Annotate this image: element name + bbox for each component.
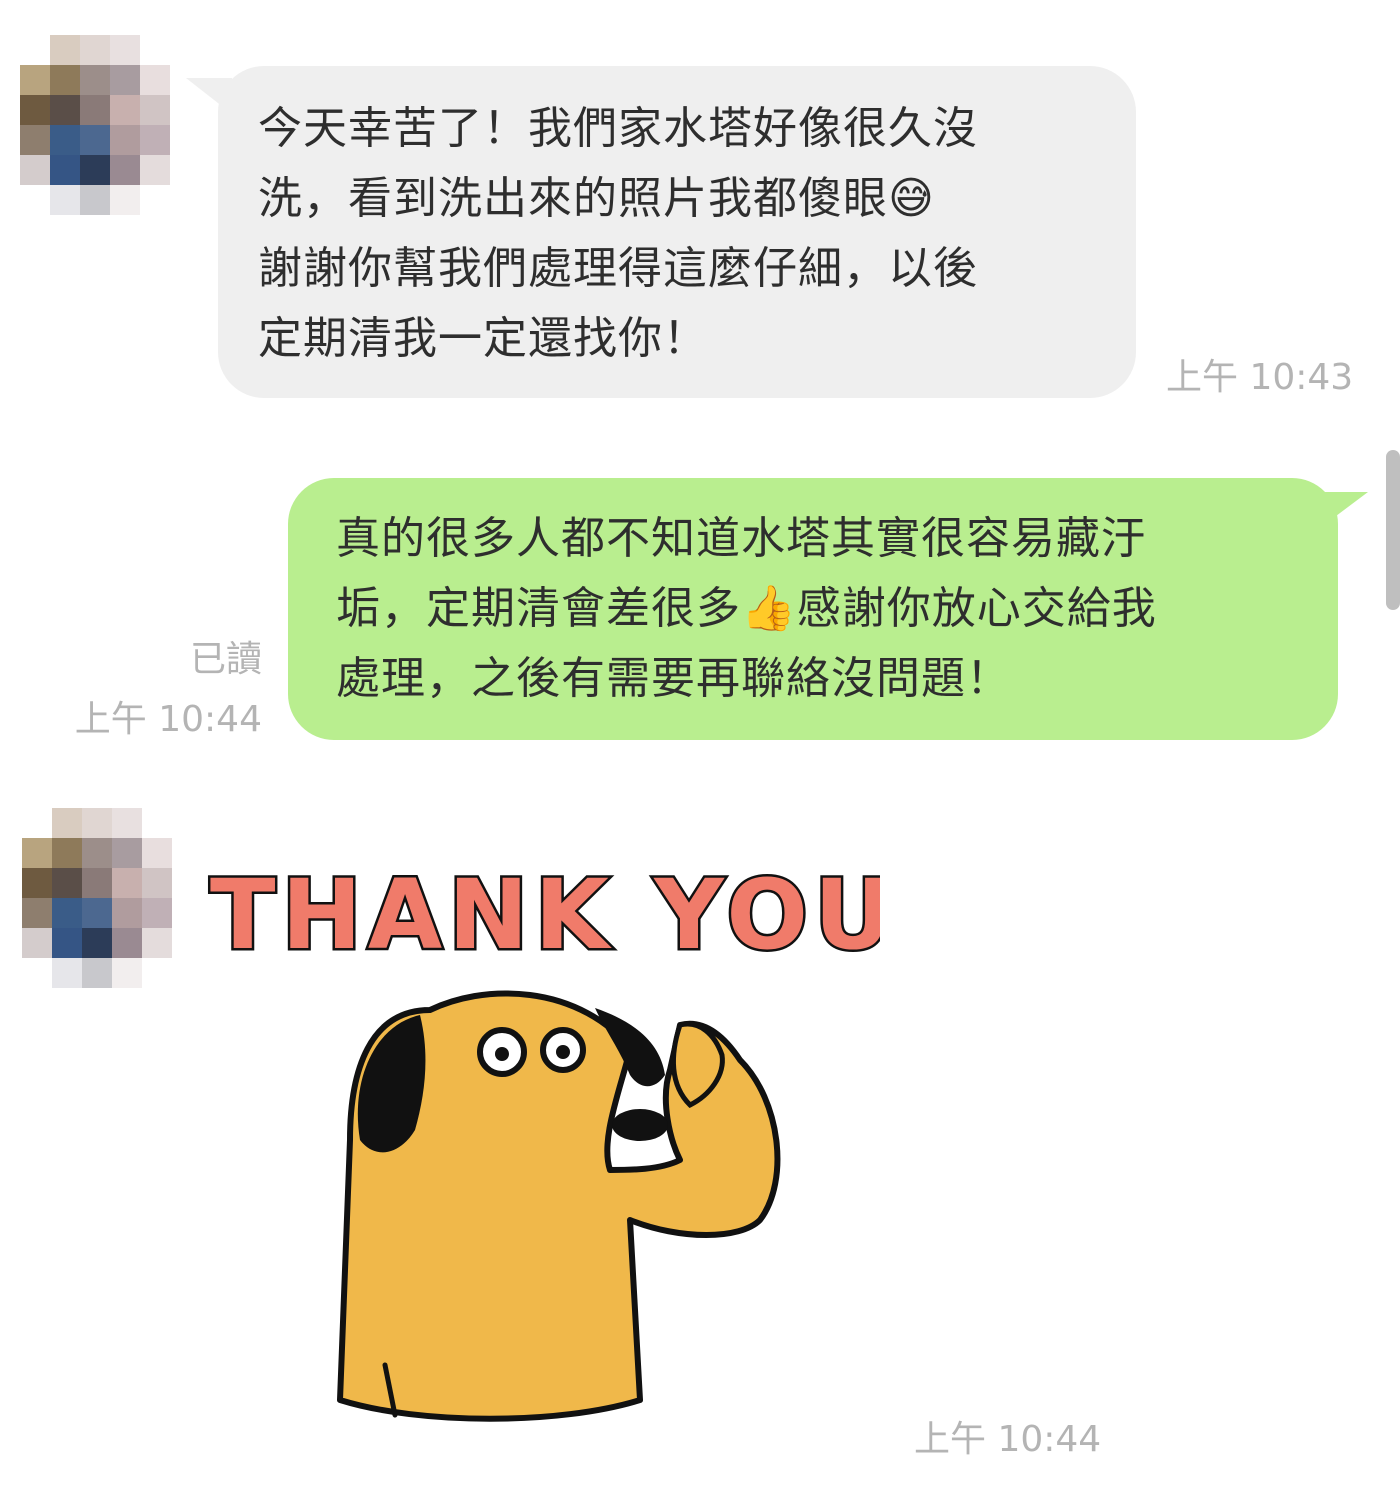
avatar[interactable] bbox=[22, 808, 172, 988]
message-timestamp: 上午 10:44 bbox=[74, 699, 262, 740]
scrollbar-thumb[interactable] bbox=[1386, 450, 1400, 610]
dog-saluting-sticker[interactable]: THANK YOU bbox=[200, 840, 894, 1440]
read-receipt: 已讀 bbox=[189, 639, 262, 680]
message-timestamp: 上午 10:43 bbox=[1166, 357, 1354, 398]
message-timestamp: 上午 10:44 bbox=[914, 1419, 1102, 1460]
message-line: 今天幸苦了！我們家水塔好像很久沒 bbox=[258, 103, 978, 154]
message-line: 垢，定期清會差很多👍感謝你放心交給我 bbox=[336, 583, 1157, 634]
message-line: 處理，之後有需要再聯絡沒問題！ bbox=[336, 653, 1011, 704]
message-line: 洗，看到洗出來的照片我都傻眼😅 bbox=[258, 173, 935, 224]
message-text: 真的很多人都不知道水塔其實很容易藏汙 垢，定期清會差很多👍感謝你放心交給我 處理… bbox=[336, 504, 1338, 714]
sticker-image: THANK YOU bbox=[208, 857, 894, 1422]
message-bubble-outgoing[interactable]: 真的很多人都不知道水塔其實很容易藏汙 垢，定期清會差很多👍感謝你放心交給我 處理… bbox=[288, 478, 1338, 740]
message-line: 謝謝你幫我們處理得這麼仔細，以後 bbox=[258, 243, 978, 294]
message-bubble-incoming[interactable]: 今天幸苦了！我們家水塔好像很久沒 洗，看到洗出來的照片我都傻眼😅 謝謝你幫我們處… bbox=[218, 66, 1136, 398]
message-line: 定期清我一定還找你！ bbox=[258, 313, 708, 364]
message-line: 真的很多人都不知道水塔其實很容易藏汙 bbox=[336, 513, 1146, 564]
bubble-tail bbox=[1320, 492, 1368, 528]
message-text: 今天幸苦了！我們家水塔好像很久沒 洗，看到洗出來的照片我都傻眼😅 謝謝你幫我們處… bbox=[258, 94, 1136, 374]
sticker-text: THANK YOU bbox=[210, 859, 880, 971]
chat-window: 今天幸苦了！我們家水塔好像很久沒 洗，看到洗出來的照片我都傻眼😅 謝謝你幫我們處… bbox=[0, 0, 1400, 1500]
avatar[interactable] bbox=[20, 35, 170, 215]
